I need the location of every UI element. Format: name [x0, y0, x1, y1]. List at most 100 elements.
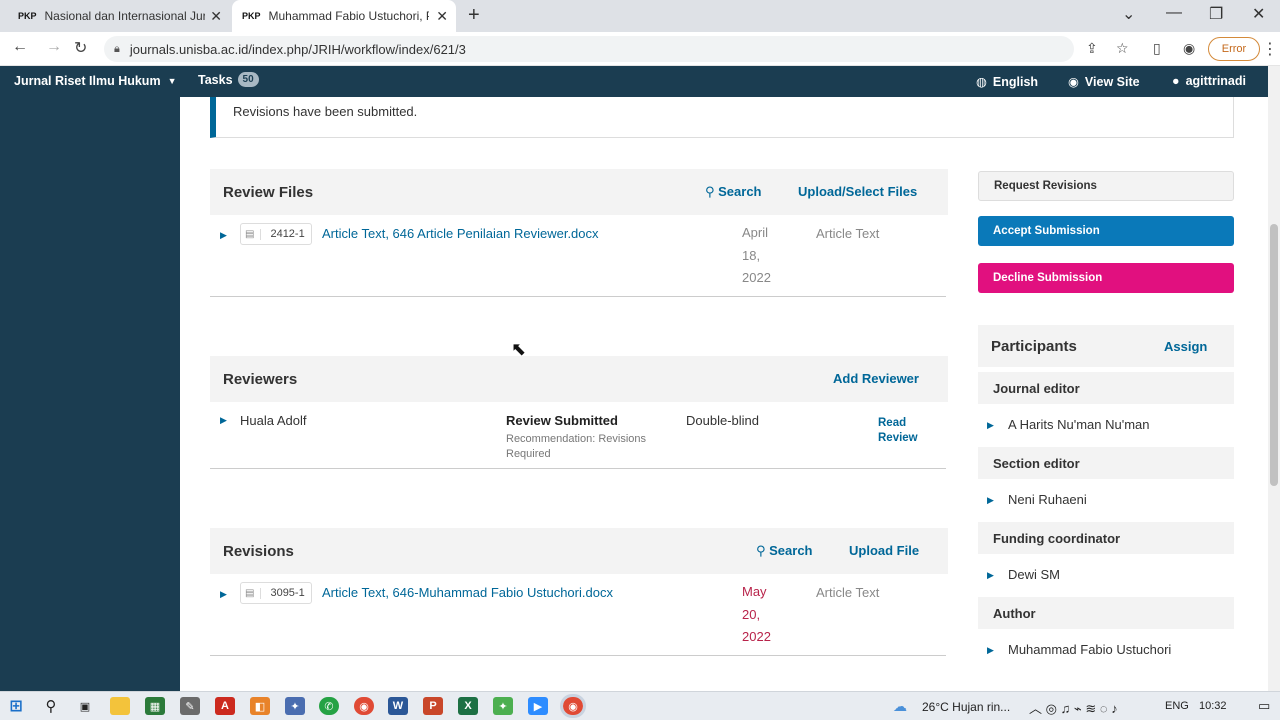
close-window-icon[interactable]: ✕ — [1252, 4, 1265, 24]
system-tray-icons[interactable]: ︿ ◎ ♫ ⌁ ≋ ◌ ♪ — [1029, 698, 1118, 717]
browser-tab-strip: PKP Nasional dan Internasional Jurnal ✕ … — [0, 0, 1280, 32]
reviewer-row: ▶ Huala Adolf Review Submitted Recommend… — [210, 402, 946, 469]
language-menu[interactable]: ◍ English — [976, 74, 1039, 90]
file-link[interactable]: Article Text, 646 Article Penilaian Revi… — [322, 226, 599, 241]
close-tab-icon[interactable]: ✕ — [436, 8, 448, 25]
review-recommendation: Recommendation: Revisions Required — [506, 433, 647, 460]
view-site-link[interactable]: ◉ View Site — [1068, 74, 1140, 90]
tab-search-icon[interactable]: ⌄ — [1122, 4, 1135, 24]
app-icon[interactable]: ✦ — [285, 697, 305, 715]
forward-icon[interactable]: → — [46, 38, 62, 56]
read-review-link[interactable]: Read Review — [878, 416, 918, 446]
app-icon[interactable]: ◧ — [250, 697, 270, 715]
expand-arrow-icon[interactable]: ▶ — [220, 230, 227, 241]
scrollbar-thumb[interactable] — [1270, 224, 1278, 486]
file-row: ▶ ▤ 2412-1 Article Text, 646 Article Pen… — [210, 215, 946, 297]
participant-item[interactable]: ▶ Neni Ruhaeni — [978, 492, 1234, 507]
page-scrollbar[interactable] — [1268, 66, 1280, 691]
weather-icon: ☁ — [893, 698, 907, 714]
accept-submission-button[interactable]: Accept Submission — [978, 216, 1234, 246]
file-date: April 18, 2022 — [742, 225, 771, 285]
expand-arrow-icon[interactable]: ▶ — [220, 589, 227, 600]
whatsapp-icon[interactable]: ✆ — [319, 697, 339, 715]
tasks-label: Tasks — [198, 72, 233, 87]
pdf-reader-icon[interactable]: A — [215, 697, 235, 715]
input-language[interactable]: ENG — [1165, 700, 1189, 712]
file-id-badge: ▤ 3095-1 — [240, 582, 312, 604]
revisions-search-button[interactable]: ⚲ Search — [756, 543, 813, 559]
main-content: Revisions have been submitted. Review Fi… — [180, 97, 1268, 691]
powerpoint-icon[interactable]: P — [423, 697, 443, 715]
back-icon[interactable]: ← — [12, 38, 28, 56]
review-files-search-button[interactable]: ⚲ Search — [705, 184, 762, 200]
upload-select-files-button[interactable]: Upload/Select Files — [798, 184, 917, 199]
expand-arrow-icon: ▶ — [987, 645, 994, 655]
browser-tab[interactable]: PKP Nasional dan Internasional Jurnal ✕ — [8, 0, 230, 32]
notifications-icon[interactable]: ▭ — [1258, 698, 1270, 714]
role-heading: Section editor — [978, 447, 1234, 479]
clock-time[interactable]: 10:32 — [1199, 700, 1227, 712]
close-tab-icon[interactable]: ✕ — [210, 8, 222, 25]
file-type: Article Text — [816, 585, 880, 600]
username: agittrinadi — [1185, 74, 1246, 88]
reload-icon[interactable]: ↻ — [74, 38, 87, 58]
store-icon[interactable]: ▦ — [145, 697, 165, 715]
view-site-label: View Site — [1084, 74, 1140, 89]
eye-icon: ◉ — [1068, 75, 1079, 89]
browser-tab-active[interactable]: PKP Muhammad Fabio Ustuchori, Per ✕ — [232, 0, 456, 32]
excel-icon[interactable]: X — [458, 697, 478, 715]
expand-arrow-icon[interactable]: ▶ — [220, 415, 227, 426]
task-view-icon[interactable]: ▣ — [75, 697, 95, 715]
decline-submission-button[interactable]: Decline Submission — [978, 263, 1234, 293]
app-icon[interactable]: ✎ — [180, 697, 200, 715]
address-bar[interactable]: 🔒︎ journals.unisba.ac.id/index.php/JRIH/… — [104, 36, 1074, 62]
windows-start-icon[interactable]: ⊞ — [6, 697, 26, 715]
chrome-active-icon[interactable]: ◉ — [560, 694, 586, 718]
chrome-icon[interactable]: ◉ — [354, 697, 374, 715]
file-link[interactable]: Article Text, 646-Muhammad Fabio Ustucho… — [322, 585, 613, 600]
reviewers-header: Reviewers Add Reviewer — [210, 356, 948, 402]
role-heading: Author — [978, 597, 1234, 629]
share-icon[interactable]: ⇪ — [1086, 40, 1098, 57]
file-date: May 20, 2022 — [742, 584, 771, 644]
maximize-icon[interactable]: ❐ — [1209, 4, 1223, 24]
caret-down-icon: ▼ — [167, 76, 177, 86]
tasks-button[interactable]: Tasks 50 — [198, 72, 259, 87]
revisions-header: Revisions ⚲ Search Upload File — [210, 528, 948, 574]
tab-title: Muhammad Fabio Ustuchori, Per — [268, 9, 429, 23]
file-id-badge: ▤ 2412-1 — [240, 223, 312, 245]
review-status: Review Submitted — [506, 413, 618, 428]
participant-item[interactable]: ▶ Dewi SM — [978, 567, 1234, 582]
error-button[interactable]: Error — [1208, 37, 1260, 61]
add-reviewer-button[interactable]: Add Reviewer — [833, 371, 919, 386]
profile-icon[interactable]: ◉ — [1183, 40, 1195, 57]
word-icon[interactable]: W — [388, 697, 408, 715]
journal-switcher[interactable]: Jurnal Riset Ilmu Hukum ▼ — [14, 74, 176, 88]
request-revisions-button[interactable]: Request Revisions — [978, 171, 1234, 201]
review-files-header: Review Files ⚲ Search Upload/Select File… — [210, 169, 948, 215]
expand-arrow-icon: ▶ — [987, 570, 994, 580]
revisions-notice: Revisions have been submitted. — [210, 97, 1234, 138]
assign-button[interactable]: Assign — [1164, 339, 1207, 354]
weather-text[interactable]: 26°C Hujan rin... — [922, 700, 1010, 714]
search-icon: ⚲ — [756, 543, 770, 558]
user-menu[interactable]: ● agittrinadi — [1172, 74, 1246, 88]
side-panel-icon[interactable]: ▯ — [1153, 40, 1161, 57]
language-label: English — [992, 74, 1039, 89]
review-files-title: Review Files — [223, 183, 314, 201]
new-tab-icon[interactable]: + — [468, 4, 480, 27]
upload-file-button[interactable]: Upload File — [849, 543, 919, 558]
app-icon[interactable]: ✦ — [493, 697, 513, 715]
bookmark-star-icon[interactable]: ☆ — [1116, 40, 1129, 57]
zoom-icon[interactable]: ▶ — [528, 697, 548, 715]
windows-taskbar: ⊞ ⚲ ▣ ▦ ✎ A ◧ ✦ ✆ ◉ W P X ✦ ▶ ◉ ☁ 26°C H… — [0, 691, 1280, 720]
minimize-icon[interactable]: — — [1166, 4, 1182, 22]
role-heading: Funding coordinator — [978, 522, 1234, 554]
participant-item[interactable]: ▶ Muhammad Fabio Ustuchori — [978, 642, 1234, 657]
participant-item[interactable]: ▶ A Harits Nu'man Nu'man — [978, 417, 1234, 432]
participants-panel: Participants Assign Journal editor ▶ A Ha… — [978, 325, 1234, 691]
search-icon[interactable]: ⚲ — [41, 697, 61, 715]
file-explorer-icon[interactable] — [110, 697, 130, 715]
menu-icon[interactable]: ⋮ — [1262, 39, 1278, 59]
participants-header: Participants Assign — [978, 325, 1234, 367]
